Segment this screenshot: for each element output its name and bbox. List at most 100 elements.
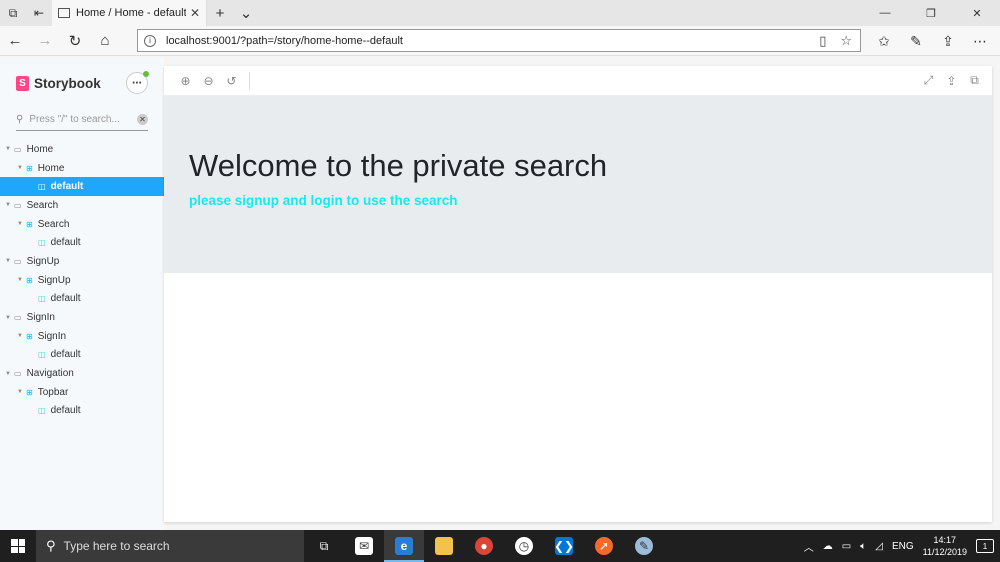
- component-icon: ⊞: [26, 219, 33, 229]
- tree-item-component[interactable]: ▼ ⊞ SignUp: [0, 271, 164, 290]
- mail-icon[interactable]: ✉: [344, 530, 384, 562]
- expand-arrow-icon[interactable]: ▼: [17, 389, 23, 395]
- start-button[interactable]: [0, 530, 36, 562]
- share-icon[interactable]: ⇪: [940, 66, 963, 96]
- story-tree: ▼ ▭ Home ▼ ⊞ Home ◫ default ▼ ▭ Search ▼ ⊞ Search ◫ def…: [0, 140, 164, 420]
- search-icon: ⚲: [46, 538, 56, 553]
- network-icon[interactable]: ◿: [875, 541, 883, 552]
- refresh-icon[interactable]: ↻: [60, 26, 90, 56]
- notifications-icon[interactable]: 1: [976, 539, 994, 553]
- file-explorer-icon[interactable]: [424, 530, 464, 562]
- tree-item-story[interactable]: ◫ default: [0, 290, 164, 309]
- windows-icon: [11, 539, 25, 553]
- tree-item-folder[interactable]: ▼ ▭ Navigation: [0, 364, 164, 383]
- site-info-icon[interactable]: i: [144, 34, 156, 47]
- favorites-icon[interactable]: ✩: [868, 26, 900, 56]
- back-icon[interactable]: ←: [0, 26, 30, 56]
- set-aside-tabs-icon[interactable]: ⇤: [26, 0, 52, 26]
- zoom-in-icon[interactable]: ⊕: [174, 66, 197, 96]
- tree-item-component[interactable]: ▼ ⊞ Home: [0, 159, 164, 178]
- chrome-icon[interactable]: ●: [464, 530, 504, 562]
- tree-item-label: SignIn: [37, 330, 67, 342]
- minimize-button[interactable]: —: [862, 0, 908, 26]
- storybook-title[interactable]: Storybook: [34, 76, 101, 91]
- reading-view-icon[interactable]: ▯: [819, 33, 826, 49]
- show-hidden-icons-icon[interactable]: ︿: [804, 539, 814, 554]
- tree-item-folder[interactable]: ▼ ▭ Search: [0, 196, 164, 215]
- storybook-sidebar: S Storybook ⋯ ⚲ Press "/" to search... ✕…: [0, 57, 164, 530]
- folder-icon: ▭: [14, 369, 22, 379]
- language-indicator[interactable]: ENG: [892, 541, 914, 552]
- edge-icon[interactable]: e: [384, 530, 424, 562]
- expand-arrow-icon[interactable]: ▼: [17, 333, 23, 339]
- expand-arrow-icon[interactable]: ▼: [5, 146, 11, 152]
- tree-item-story[interactable]: ◫ default: [0, 233, 164, 252]
- clock[interactable]: 14:17 11/12/2019: [923, 534, 967, 558]
- vscode-icon[interactable]: ❮❯: [544, 530, 584, 562]
- tree-item-label: Search: [37, 218, 70, 230]
- tree-item-label: SignUp: [37, 274, 71, 286]
- preview-toolbar: ⊕ ⊖ ↺ ⤢ ⇪ ⧉: [164, 66, 992, 96]
- more-icon[interactable]: ⋯: [964, 26, 996, 56]
- tree-item-component[interactable]: ▼ ⊞ Topbar: [0, 383, 164, 402]
- tree-item-label: default: [50, 349, 81, 361]
- tab-dropdown-icon[interactable]: ⌄: [233, 4, 259, 22]
- tree-item-label: default: [50, 181, 84, 193]
- hero-title: Welcome to the private search: [189, 148, 608, 183]
- home-icon[interactable]: ⌂: [90, 26, 120, 56]
- taskbar-search-input[interactable]: Type here to search: [64, 539, 170, 553]
- tree-item-story[interactable]: ◫ default: [0, 177, 164, 197]
- tab-title: Home / Home - default: [76, 7, 186, 19]
- pen-icon[interactable]: ✎: [900, 26, 932, 56]
- toolbar-divider: [249, 71, 250, 90]
- expand-arrow-icon[interactable]: ▼: [5, 202, 11, 208]
- alarm-icon[interactable]: ◷: [504, 530, 544, 562]
- tree-item-story[interactable]: ◫ default: [0, 346, 164, 365]
- browser-tab[interactable]: Home / Home - default ✕: [52, 0, 207, 26]
- tree-item-label: Topbar: [37, 386, 69, 398]
- sidebar-header: S Storybook ⋯: [0, 57, 164, 109]
- taskbar-search[interactable]: ⚲ Type here to search: [36, 530, 304, 562]
- restore-button[interactable]: ❐: [908, 0, 954, 26]
- expand-arrow-icon[interactable]: ▼: [17, 165, 23, 171]
- tree-item-folder[interactable]: ▼ ▭ SignIn: [0, 308, 164, 327]
- tree-item-component[interactable]: ▼ ⊞ SignIn: [0, 327, 164, 346]
- tree-item-story[interactable]: ◫ default: [0, 402, 164, 421]
- clock-date: 11/12/2019: [922, 547, 967, 557]
- expand-arrow-icon[interactable]: ▼: [5, 258, 11, 264]
- expand-arrow-icon[interactable]: ▼: [17, 277, 23, 283]
- close-window-button[interactable]: ✕: [954, 0, 1000, 26]
- tree-item-label: default: [50, 405, 81, 417]
- paint-icon[interactable]: ✎: [624, 530, 664, 562]
- tree-item-folder[interactable]: ▼ ▭ SignUp: [0, 252, 164, 271]
- fullscreen-icon[interactable]: ⤢: [917, 66, 940, 96]
- sidebar-search-input[interactable]: Press "/" to search...: [29, 114, 137, 125]
- onedrive-icon[interactable]: ☁: [823, 541, 833, 552]
- address-bar-row: ← → ↻ ⌂ i localhost:9001/?path=/story/ho…: [0, 26, 1000, 56]
- url-text[interactable]: localhost:9001/?path=/story/home-home--d…: [166, 35, 819, 47]
- zoom-out-icon[interactable]: ⊖: [197, 66, 220, 96]
- zoom-reset-icon[interactable]: ↺: [220, 66, 243, 96]
- sidebar-search[interactable]: ⚲ Press "/" to search... ✕: [16, 109, 148, 131]
- expand-arrow-icon[interactable]: ▼: [5, 315, 11, 321]
- tab-actions-icon[interactable]: ⧉: [0, 0, 26, 26]
- task-view-icon[interactable]: ⧉: [304, 530, 344, 562]
- forward-icon[interactable]: →: [30, 26, 60, 56]
- folder-icon: ▭: [14, 313, 22, 323]
- favorite-star-icon[interactable]: ☆: [840, 33, 852, 49]
- tree-item-folder[interactable]: ▼ ▭ Home: [0, 140, 164, 159]
- open-new-tab-icon[interactable]: ⧉: [963, 66, 986, 96]
- tab-close-icon[interactable]: ✕: [190, 6, 200, 20]
- tree-item-label: default: [50, 237, 81, 249]
- tree-item-component[interactable]: ▼ ⊞ Search: [0, 215, 164, 234]
- expand-arrow-icon[interactable]: ▼: [17, 221, 23, 227]
- clear-search-icon[interactable]: ✕: [137, 114, 148, 125]
- url-field[interactable]: i localhost:9001/?path=/story/home-home-…: [137, 29, 861, 52]
- brave-icon[interactable]: ➚: [584, 530, 624, 562]
- new-tab-button[interactable]: +: [207, 5, 233, 22]
- expand-arrow-icon[interactable]: ▼: [5, 371, 11, 377]
- component-icon: ⊞: [26, 331, 33, 341]
- battery-icon[interactable]: ▭: [842, 541, 851, 552]
- share-icon[interactable]: ⇪: [932, 26, 964, 56]
- volume-icon[interactable]: 🔈︎: [860, 541, 866, 552]
